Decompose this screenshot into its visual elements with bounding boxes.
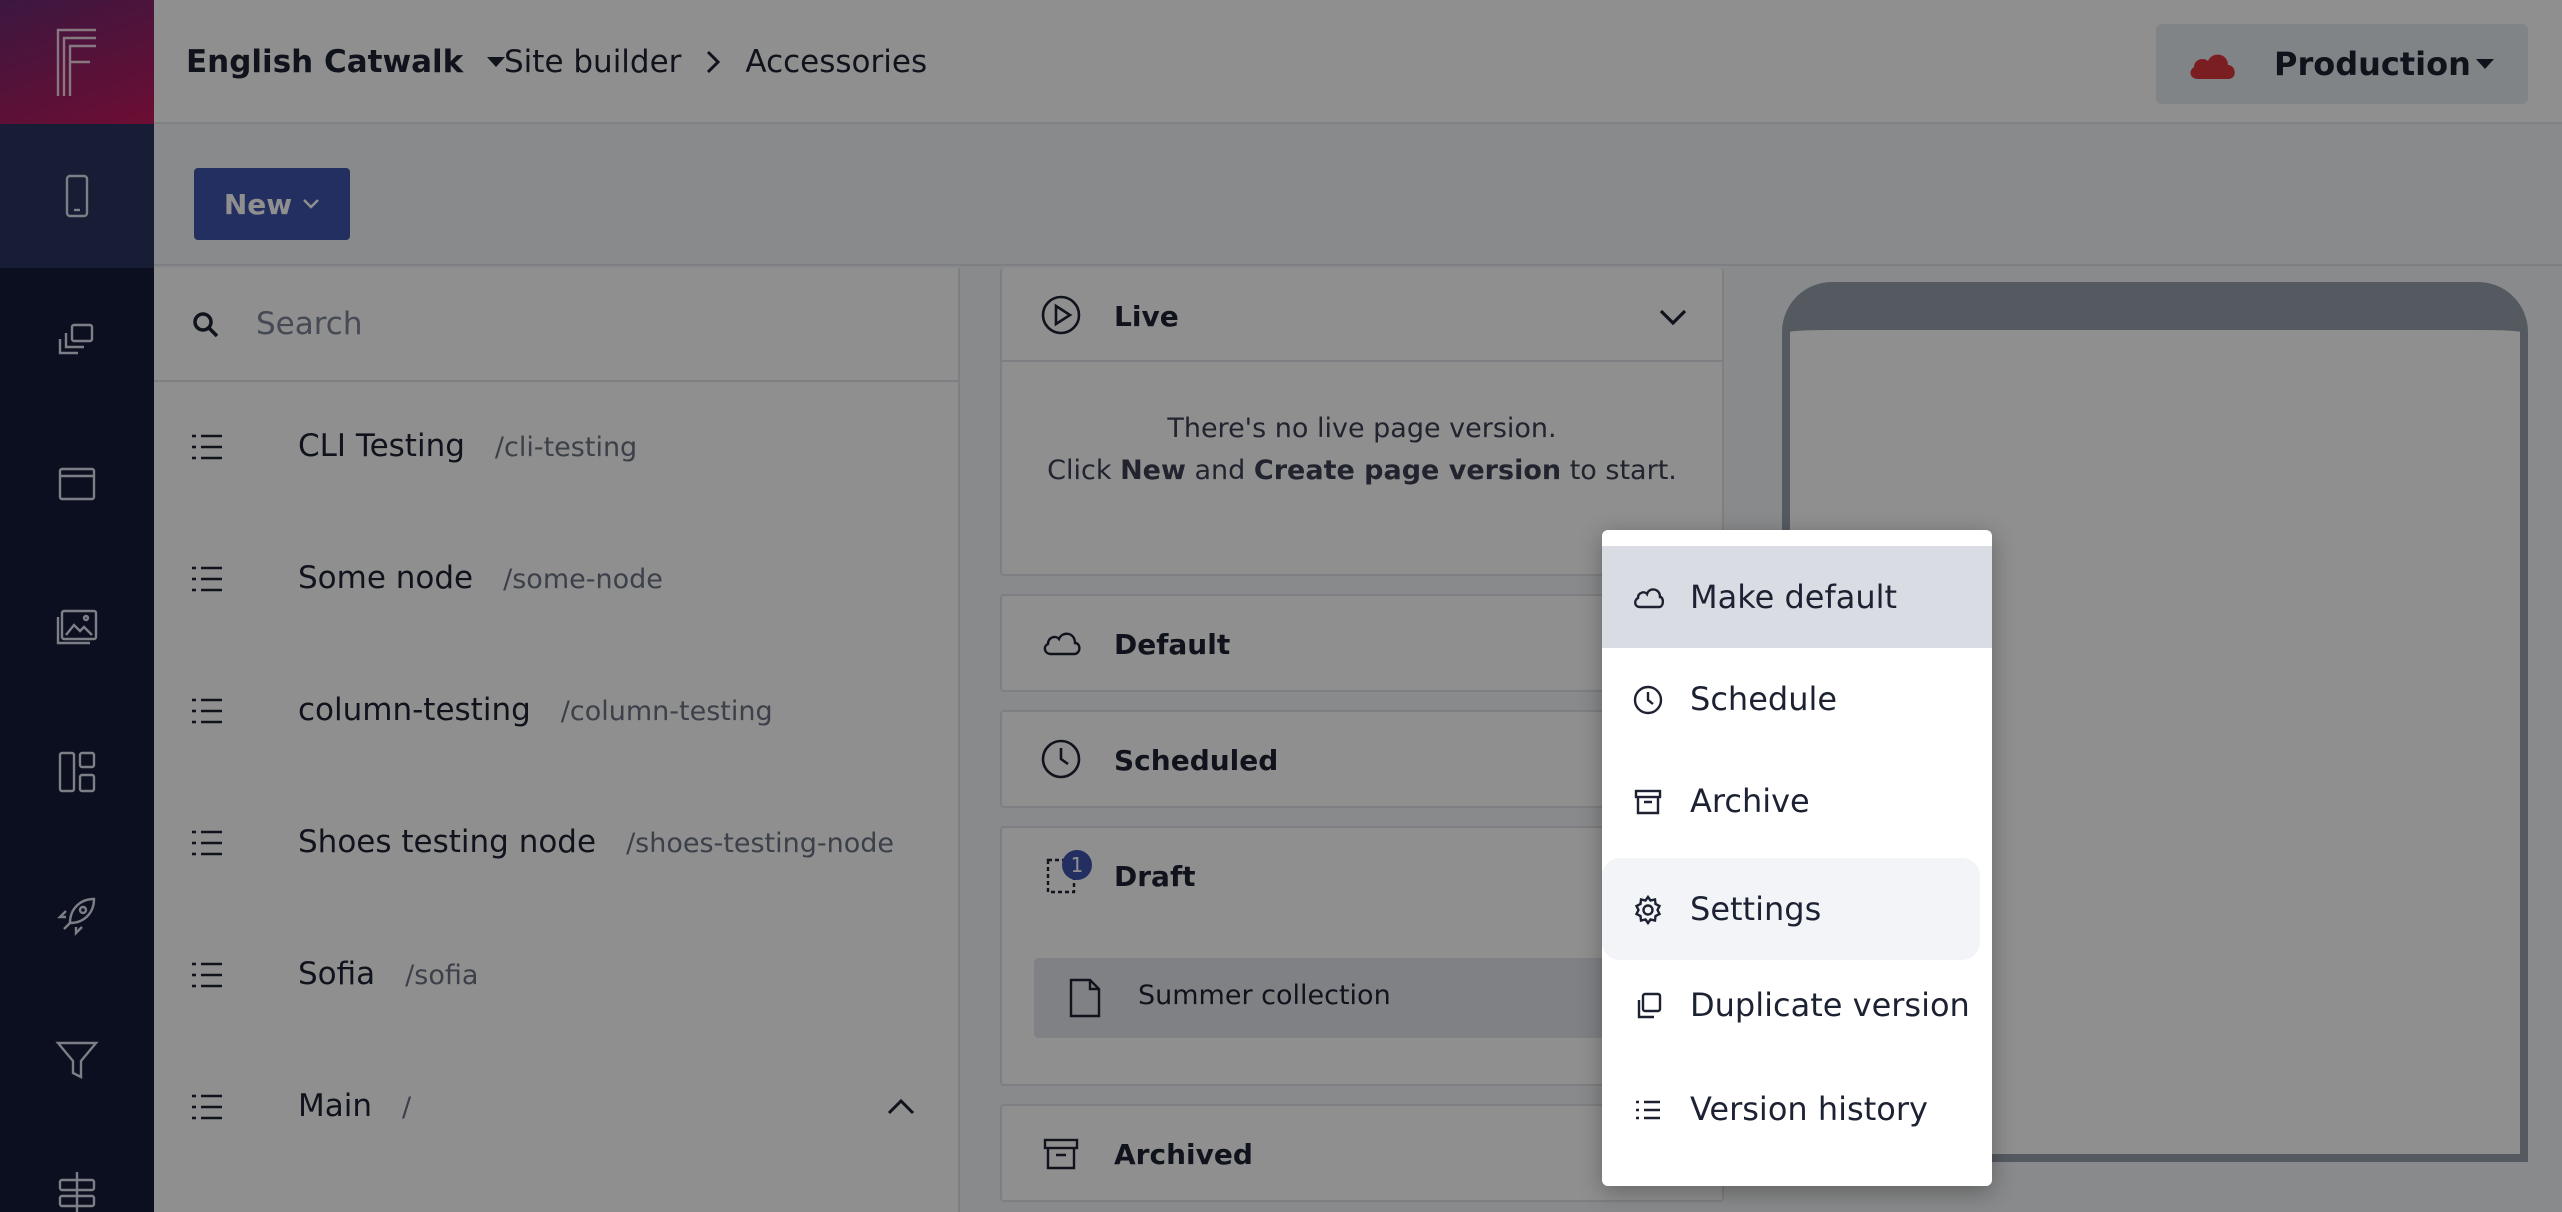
archive-box-icon [1634, 789, 1662, 815]
menu-label: Settings [1690, 890, 1822, 928]
menu-item-duplicate-version[interactable]: Duplicate version [1602, 954, 1992, 1056]
menu-label: Make default [1690, 578, 1898, 616]
modal-overlay[interactable] [0, 0, 2562, 1212]
menu-label: Archive [1690, 782, 1810, 820]
gear-icon [1634, 894, 1662, 926]
menu-label: Version history [1690, 1090, 1928, 1128]
menu-item-archive[interactable]: Archive [1602, 750, 1992, 852]
version-context-menu: Make default Schedule Archive Settings D… [1602, 530, 1992, 1186]
cloud-outline-icon [1634, 588, 1664, 609]
menu-item-version-history[interactable]: Version history [1602, 1058, 1992, 1160]
menu-label: Duplicate version [1690, 986, 1970, 1024]
duplicate-icon [1637, 992, 1662, 1019]
menu-item-schedule[interactable]: Schedule [1602, 648, 1992, 750]
menu-item-make-default[interactable]: Make default [1602, 546, 1992, 648]
menu-item-settings[interactable]: Settings [1602, 858, 1980, 960]
list-icon [1636, 1100, 1660, 1120]
menu-label: Schedule [1690, 680, 1838, 718]
clock-icon [1633, 685, 1663, 715]
